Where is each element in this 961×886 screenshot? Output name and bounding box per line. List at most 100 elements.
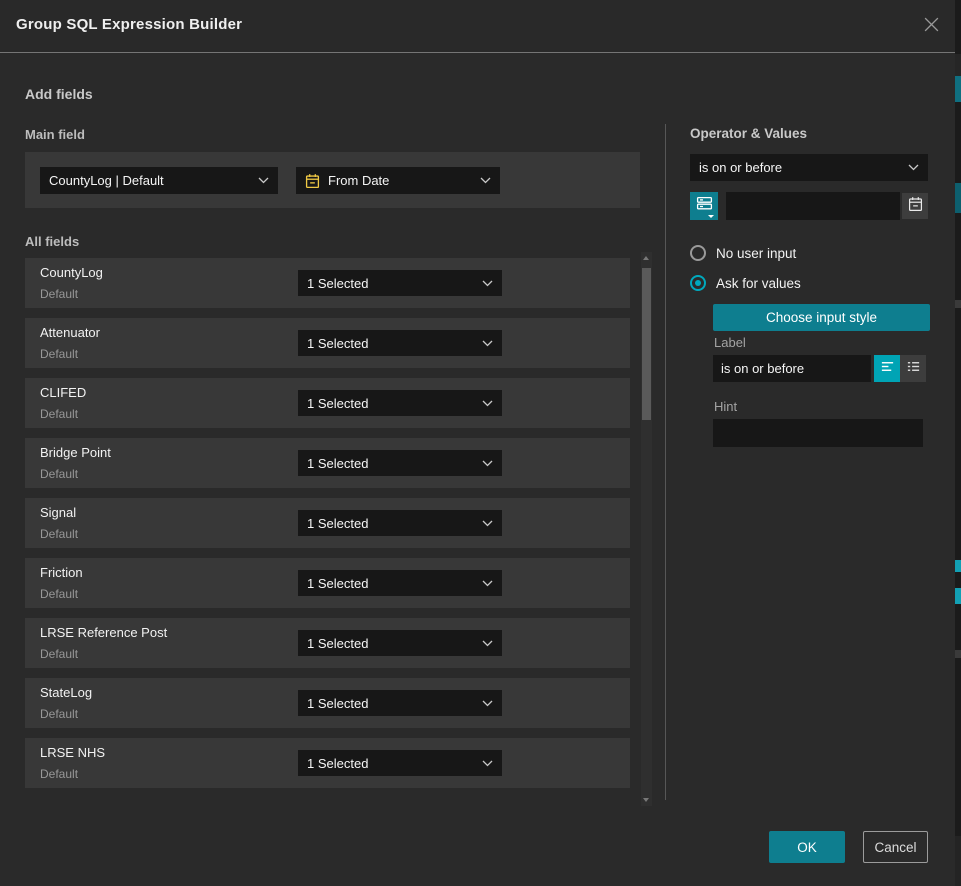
field-name: Signal [40, 505, 76, 520]
close-icon [923, 16, 940, 38]
add-fields-heading: Add fields [25, 86, 93, 102]
chevron-down-icon [908, 164, 919, 171]
input-mode-button[interactable] [690, 192, 718, 220]
field-row: Signal Default 1 Selected [25, 498, 630, 548]
label-style-text-button[interactable] [874, 355, 900, 382]
field-row: Friction Default 1 Selected [25, 558, 630, 608]
cancel-button[interactable]: Cancel [863, 831, 928, 863]
radio-circle-selected-icon [690, 275, 706, 291]
field-values-select[interactable]: 1 Selected [298, 750, 502, 776]
field-sublabel: Default [40, 287, 78, 301]
field-values-select[interactable]: 1 Selected [298, 570, 502, 596]
hint-field-label: Hint [714, 399, 737, 414]
chevron-down-icon [482, 640, 493, 647]
field-name: LRSE Reference Post [40, 625, 167, 640]
field-values-select[interactable]: 1 Selected [298, 510, 502, 536]
chevron-down-icon [482, 400, 493, 407]
chevron-down-icon [482, 700, 493, 707]
field-sublabel: Default [40, 347, 78, 361]
field-values-select[interactable]: 1 Selected [298, 450, 502, 476]
field-values-select[interactable]: 1 Selected [298, 270, 502, 296]
radio-circle-icon [690, 245, 706, 261]
radio-no-user-input[interactable]: No user input [690, 245, 796, 261]
dialog-title: Group SQL Expression Builder [16, 16, 242, 33]
scrollbar-up-arrow-icon[interactable] [643, 256, 649, 260]
field-row: CLIFED Default 1 Selected [25, 378, 630, 428]
field-values-select[interactable]: 1 Selected [298, 690, 502, 716]
bulleted-list-icon [906, 359, 921, 379]
field-sublabel: Default [40, 587, 78, 601]
field-values-select[interactable]: 1 Selected [298, 330, 502, 356]
date-picker-button[interactable] [902, 193, 928, 219]
field-row: Attenuator Default 1 Selected [25, 318, 630, 368]
list-scrollbar[interactable] [641, 252, 652, 806]
calendar-icon [305, 173, 320, 189]
field-row: Bridge Point Default 1 Selected [25, 438, 630, 488]
field-values-select-value: 1 Selected [307, 756, 476, 771]
field-row: LRSE Reference Post Default 1 Selected [25, 618, 630, 668]
field-name: Bridge Point [40, 445, 111, 460]
close-button[interactable] [921, 17, 941, 37]
group-sql-expression-builder-dialog: Group SQL Expression Builder Add fields … [0, 0, 961, 886]
field-row: StateLog Default 1 Selected [25, 678, 630, 728]
label-input[interactable] [713, 355, 871, 382]
calendar-icon [908, 196, 923, 217]
field-name: CLIFED [40, 385, 86, 400]
operator-values-heading: Operator & Values [690, 126, 807, 141]
field-sublabel: Default [40, 527, 78, 541]
chevron-down-icon [482, 760, 493, 767]
field-sublabel: Default [40, 407, 78, 421]
all-fields-list: CountyLog Default 1 Selected Attenuator … [25, 258, 630, 798]
field-name: LRSE NHS [40, 745, 105, 760]
field-values-select-value: 1 Selected [307, 276, 476, 291]
stacked-rows-icon [696, 196, 713, 216]
all-fields-label: All fields [25, 234, 79, 249]
field-name: Friction [40, 565, 83, 580]
panel-divider [665, 124, 666, 800]
dialog-titlebar: Group SQL Expression Builder [0, 0, 955, 53]
main-field-layer-select[interactable]: CountyLog | Default [40, 167, 278, 194]
radio-ask-for-values-label: Ask for values [716, 276, 801, 291]
field-values-select[interactable]: 1 Selected [298, 630, 502, 656]
field-sublabel: Default [40, 647, 78, 661]
chevron-down-icon [482, 340, 493, 347]
chevron-down-icon [480, 177, 491, 184]
main-field-field-select-value: From Date [328, 173, 474, 188]
chevron-down-icon [482, 460, 493, 467]
main-field-label: Main field [25, 127, 85, 142]
main-field-layer-select-value: CountyLog | Default [49, 173, 252, 188]
field-sublabel: Default [40, 767, 78, 781]
field-row: LRSE NHS Default 1 Selected [25, 738, 630, 788]
field-sublabel: Default [40, 467, 78, 481]
field-values-select-value: 1 Selected [307, 636, 476, 651]
field-values-select-value: 1 Selected [307, 456, 476, 471]
scrollbar-down-arrow-icon[interactable] [643, 798, 649, 802]
field-sublabel: Default [40, 707, 78, 721]
chevron-down-icon [258, 177, 269, 184]
hint-input[interactable] [713, 419, 923, 447]
field-name: CountyLog [40, 265, 103, 280]
operator-select[interactable]: is on or before [690, 154, 928, 181]
main-field-field-select[interactable]: From Date [296, 167, 500, 194]
choose-input-style-button[interactable]: Choose input style [713, 304, 930, 331]
radio-ask-for-values[interactable]: Ask for values [690, 275, 801, 291]
field-name: StateLog [40, 685, 92, 700]
field-values-select[interactable]: 1 Selected [298, 390, 502, 416]
operator-select-value: is on or before [699, 160, 902, 175]
background-app-sliver [955, 0, 961, 886]
chevron-down-icon [482, 520, 493, 527]
scrollbar-thumb[interactable] [642, 268, 651, 420]
main-field-panel: CountyLog | Default From Date [25, 152, 640, 208]
field-values-select-value: 1 Selected [307, 576, 476, 591]
field-values-select-value: 1 Selected [307, 396, 476, 411]
field-values-select-value: 1 Selected [307, 516, 476, 531]
ok-button[interactable]: OK [769, 831, 845, 863]
chevron-down-icon [482, 580, 493, 587]
value-input[interactable] [726, 192, 900, 220]
label-field-label: Label [714, 335, 746, 350]
align-left-lines-icon [880, 359, 895, 379]
field-row: CountyLog Default 1 Selected [25, 258, 630, 308]
radio-no-user-input-label: No user input [716, 246, 796, 261]
label-style-list-button[interactable] [900, 355, 926, 382]
field-values-select-value: 1 Selected [307, 696, 476, 711]
